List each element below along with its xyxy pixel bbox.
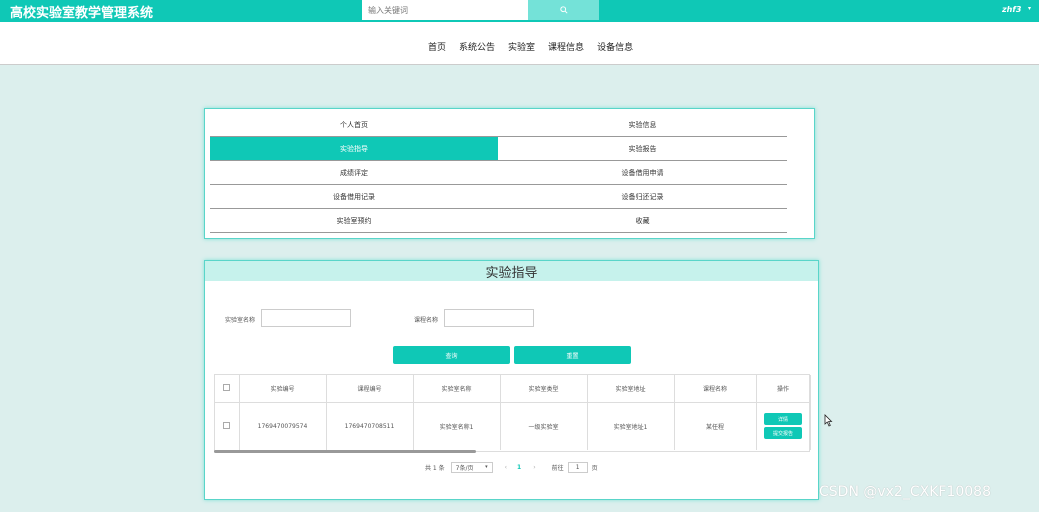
lab-name-cell: 实验室名称1 <box>413 402 501 450</box>
chevron-down-icon: ▾ <box>485 464 488 470</box>
select-all-checkbox[interactable] <box>223 383 231 391</box>
submit-report-button[interactable]: 提交报告 <box>764 427 802 440</box>
page-suffix: 页 <box>591 464 598 472</box>
search-icon <box>559 6 568 14</box>
next-page-button[interactable]: › <box>533 464 535 471</box>
column-header: 操作 <box>756 375 811 403</box>
column-header: 实验编号 <box>239 375 327 403</box>
menu-item[interactable]: 设备借用申请 <box>498 161 787 185</box>
lab-type-cell: 一级实验室 <box>500 402 588 450</box>
menu-item[interactable]: 实验报告 <box>498 137 787 161</box>
menu-item[interactable]: 成绩评定 <box>210 161 498 185</box>
goto-label: 前往 <box>551 464 564 472</box>
page-size-value: 7条/页 <box>455 464 474 472</box>
watermark: CSDN @vx2_CXKF10088 <box>819 484 991 500</box>
menu-item[interactable]: 收藏 <box>498 209 787 233</box>
nav-item[interactable]: 系统公告 <box>459 40 495 53</box>
menu-item[interactable]: 实验信息 <box>498 113 787 137</box>
menu-item[interactable]: 个人首页 <box>210 113 498 137</box>
course-name-input[interactable] <box>444 309 534 327</box>
horizontal-scrollbar[interactable] <box>214 450 476 453</box>
detail-button[interactable]: 详情 <box>764 413 802 426</box>
query-button[interactable]: 查询 <box>393 346 510 364</box>
nav-list: 首页 系统公告 实验室 课程信息 设备信息 <box>428 40 633 53</box>
top-bar: 高校实验室教学管理系统 zhf3 ▾ <box>0 0 1039 22</box>
lab-name-input[interactable] <box>261 309 351 327</box>
app-title: 高校实验室教学管理系统 <box>10 6 154 21</box>
search-button[interactable] <box>528 0 599 20</box>
actions-cell: 详情 提交报告 <box>756 402 811 450</box>
column-header: 实验室地址 <box>587 375 675 403</box>
row-checkbox[interactable] <box>223 421 231 429</box>
user-menu-panel: 个人首页 实验信息 实验指导 实验报告 成绩评定 设备借用申请 设备借用记录 设备归还记录 实验… <box>204 108 815 239</box>
pagination: 共 1 条 7条/页 ▾ ‹ 1 › 前往 1 页 <box>425 461 598 473</box>
reset-button[interactable]: 重置 <box>514 346 631 364</box>
total-count: 共 1 条 <box>425 464 445 472</box>
nav-item[interactable]: 课程信息 <box>548 40 584 53</box>
current-page[interactable]: 1 <box>517 464 521 471</box>
goto-page-input[interactable]: 1 <box>567 461 588 473</box>
row-select-cell[interactable] <box>215 402 240 450</box>
column-header: 课程名称 <box>674 375 757 403</box>
mouse-pointer-icon <box>824 414 833 427</box>
prev-page-button[interactable]: ‹ <box>505 464 507 471</box>
column-header: 课程编号 <box>326 375 414 403</box>
select-all-cell[interactable] <box>215 375 240 403</box>
nav-item[interactable]: 设备信息 <box>597 40 633 53</box>
nav-item[interactable]: 首页 <box>428 40 446 53</box>
nav-item[interactable]: 实验室 <box>508 40 535 53</box>
lab-name-label: 实验室名称 <box>225 317 256 324</box>
table-header-row: 实验编号 课程编号 实验室名称 实验室类型 实验室地址 课程名称 操作 <box>215 375 811 403</box>
page-size-select[interactable]: 7条/页 ▾ <box>450 461 493 473</box>
user-menu-grid: 个人首页 实验信息 实验指导 实验报告 成绩评定 设备借用申请 设备借用记录 设备归还记录 实验… <box>210 113 787 233</box>
course-name-cell: 某任程 <box>674 402 757 450</box>
course-no-cell: 1769470708511 <box>326 402 414 450</box>
experiment-guide-panel: 实验指导 实验室名称 课程名称 查询 重置 实验编号 课程编号 实验室名称 实验… <box>204 260 819 500</box>
menu-item[interactable]: 实验室预约 <box>210 209 498 233</box>
menu-item[interactable]: 设备借用记录 <box>210 185 498 209</box>
course-name-label: 课程名称 <box>414 317 439 324</box>
main-nav: 首页 系统公告 实验室 课程信息 设备信息 <box>0 22 1039 65</box>
experiment-no-cell: 1769470079574 <box>239 402 327 450</box>
lab-address-cell: 实验室地址1 <box>587 402 675 450</box>
user-name[interactable]: zhf3 <box>1002 5 1021 14</box>
panel-title: 实验指导 <box>205 261 818 281</box>
data-table: 实验编号 课程编号 实验室名称 实验室类型 实验室地址 课程名称 操作 1769… <box>214 374 811 452</box>
menu-item[interactable]: 设备归还记录 <box>498 185 787 209</box>
search-input[interactable] <box>362 0 528 20</box>
table-row: 1769470079574 1769470708511 实验室名称1 一级实验室… <box>215 402 811 450</box>
chevron-down-icon[interactable]: ▾ <box>1028 5 1031 12</box>
menu-item[interactable]: 实验指导 <box>210 137 498 161</box>
column-header: 实验室名称 <box>413 375 501 403</box>
column-header: 实验室类型 <box>500 375 588 403</box>
